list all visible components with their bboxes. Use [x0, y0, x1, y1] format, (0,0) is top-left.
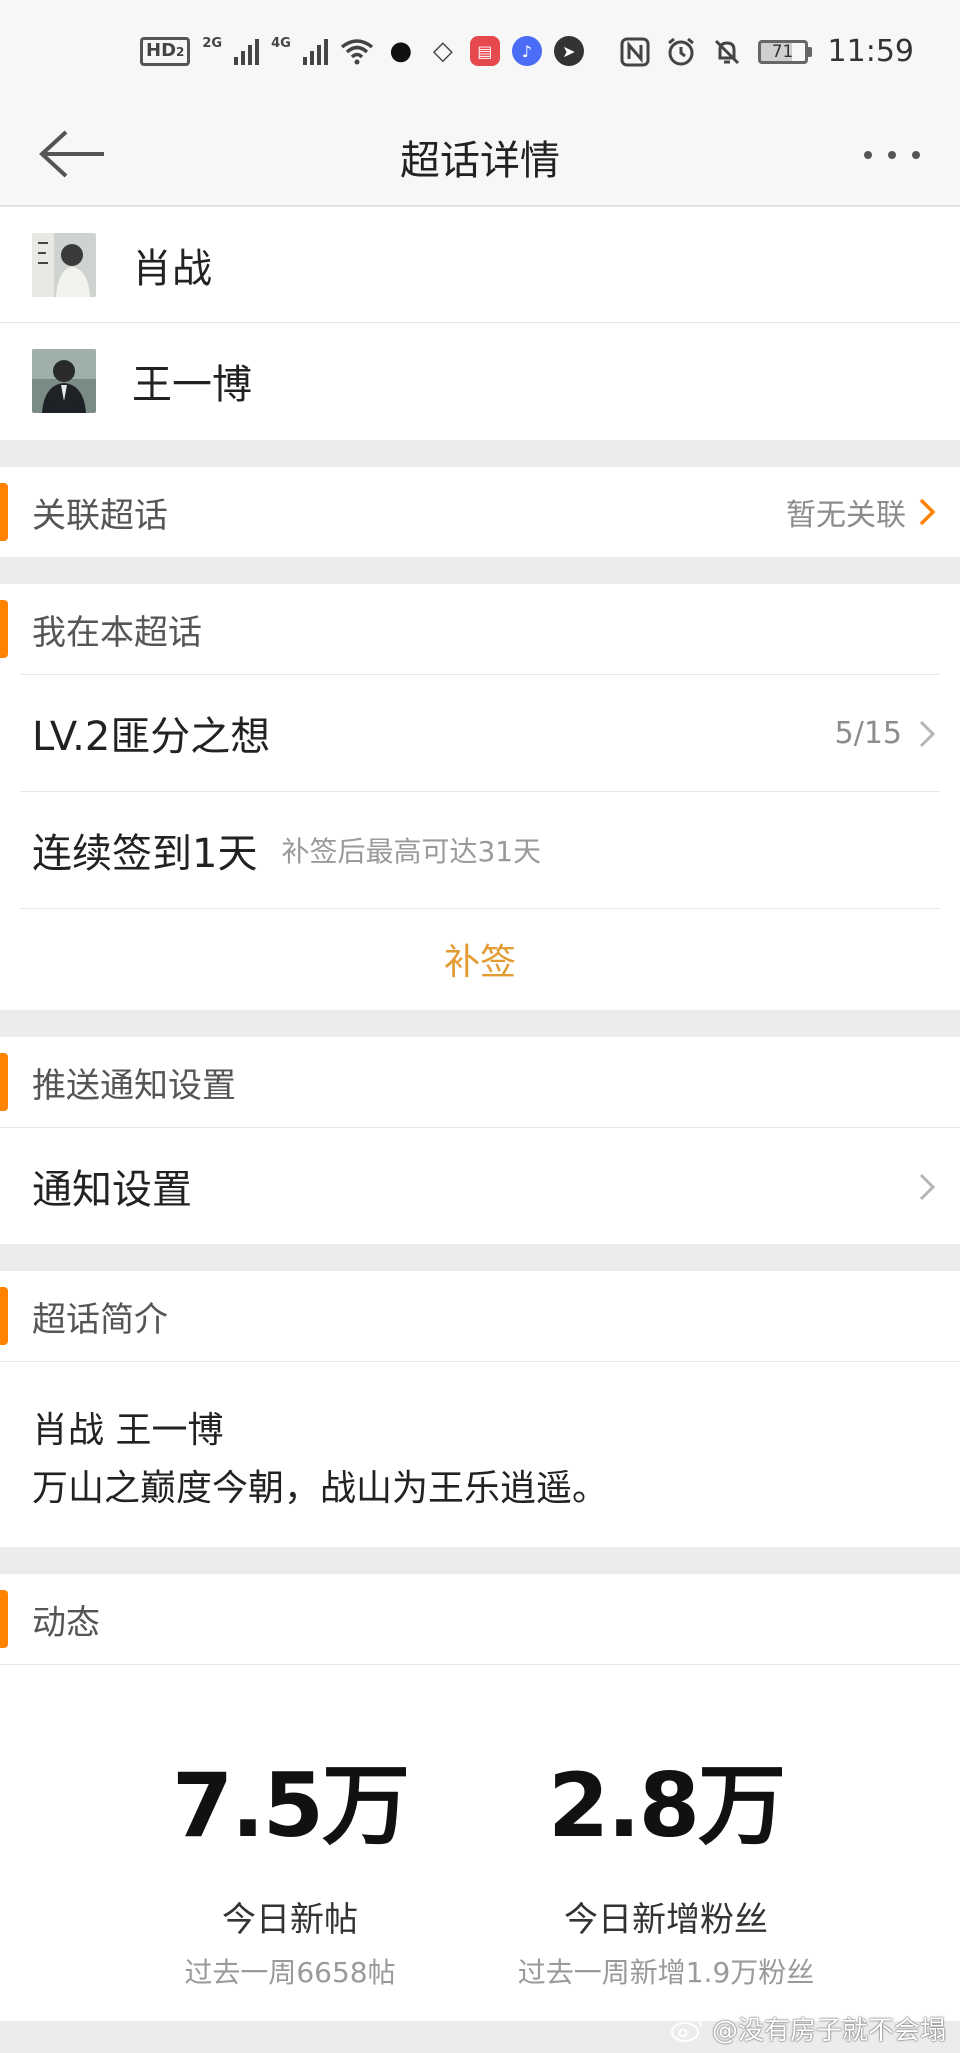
related-topics-section[interactable]: 关联超话 暂无关联: [0, 467, 960, 557]
qq-icon: ●: [389, 36, 413, 66]
section-title: 推送通知设置: [32, 1065, 236, 1106]
clock: 11:59: [827, 34, 914, 69]
watermark-text: @没有房子就不会塌: [711, 2016, 946, 2046]
topic-intro-text: 肖战 王一博 万山之巅度今朝，战山为王乐逍遥。: [0, 1361, 960, 1547]
section-accent-bar: [0, 1590, 8, 1648]
intro-line: 肖战 王一博: [32, 1410, 224, 1451]
level-label: LV.2匪分之想: [32, 714, 271, 760]
member-row-wangyibo[interactable]: 王一博: [0, 323, 960, 439]
network-2g-label: 2G: [202, 36, 223, 51]
related-value: 暂无关联: [786, 498, 906, 533]
section-title: 关联超话: [32, 495, 168, 536]
topic-intro-section: 超话简介 肖战 王一博 万山之巅度今朝，战山为王乐逍遥。: [0, 1271, 960, 1547]
activity-section: 动态 7.5万 今日新帖 过去一周6658帖 2.8万 今日新增粉丝 过去一周新…: [0, 1574, 960, 2021]
level-progress: 5/15: [834, 716, 902, 751]
stat-week: 过去一周新增1.9万粉丝: [517, 1956, 815, 1989]
intro-line: 万山之巅度今朝，战山为王乐逍遥。: [32, 1468, 609, 1509]
stat-week: 过去一周6658帖: [184, 1956, 396, 1989]
checkin-row: 连续签到1天 补签后最高可达31天: [20, 791, 940, 908]
nfc-icon: [620, 37, 650, 66]
avatar: [32, 232, 96, 297]
watermark: @没有房子就不会塌: [670, 2010, 946, 2047]
section-accent-bar: [0, 1287, 8, 1345]
weibo-logo-icon: [670, 2017, 702, 2042]
stat-new-posts: 7.5万 今日新帖 过去一周6658帖: [120, 1665, 460, 1991]
music-app-icon: ♪: [511, 36, 542, 66]
browser-app-icon: ➤: [553, 36, 584, 66]
member-row-xiaozhan[interactable]: 肖战: [0, 207, 960, 323]
network-4g-label: 4G: [271, 36, 291, 51]
checkin-days: 连续签到1天: [32, 831, 258, 877]
chevron-right-icon: [919, 1173, 936, 1200]
chevron-right-icon: [919, 720, 936, 747]
my-status-section: 我在本超话 LV.2匪分之想 5/15 连续签到1天 补签后最高可达31天 补签: [0, 584, 960, 1010]
section-title: 超话简介: [32, 1299, 168, 1340]
stat-label: 今日新帖: [222, 1900, 358, 1940]
section-title: 我在本超话: [32, 612, 202, 653]
avatar: [32, 349, 96, 413]
member-name: 王一博: [132, 362, 252, 408]
chevron-right-icon: [919, 498, 936, 526]
stat-value: 2.8万: [548, 1754, 786, 1857]
section-accent-bar: [0, 600, 8, 658]
signal-2g-icon: [234, 37, 260, 65]
checkin-hint: 补签后最高可达31天: [281, 835, 542, 868]
hd-voice-icon: HD2: [140, 36, 191, 66]
resign-button[interactable]: 补签: [20, 908, 940, 1008]
reader-app-icon: ▤: [469, 36, 500, 66]
stat-new-fans: 2.8万 今日新增粉丝 过去一周新增1.9万粉丝: [496, 1665, 836, 1991]
stat-label: 今日新增粉丝: [564, 1900, 768, 1940]
status-bar: HD2 2G 4G ● ◇ ▤ ♪ ➤ 71 11:59: [0, 0, 960, 104]
section-accent-bar: [0, 483, 8, 541]
members-card: 肖战 王一博: [0, 207, 960, 440]
mute-bell-icon: [714, 39, 739, 64]
notification-settings-label: 通知设置: [32, 1167, 192, 1213]
alipay-icon: ◇: [432, 36, 453, 66]
stat-value: 7.5万: [172, 1754, 410, 1857]
battery-icon: 71: [757, 39, 812, 64]
member-name: 肖战: [132, 245, 212, 292]
signal-4g-icon: [302, 37, 328, 65]
section-accent-bar: [0, 1053, 8, 1111]
notification-settings-row[interactable]: 通知设置: [0, 1127, 960, 1244]
push-settings-section: 推送通知设置 通知设置: [0, 1037, 960, 1244]
level-row[interactable]: LV.2匪分之想 5/15: [20, 674, 940, 791]
wifi-icon: [340, 39, 373, 65]
nav-bar: 超话详情: [0, 104, 960, 206]
more-options-icon[interactable]: [860, 140, 924, 170]
activity-stats: 7.5万 今日新帖 过去一周6658帖 2.8万 今日新增粉丝 过去一周新增1.…: [0, 1664, 960, 2021]
section-title: 动态: [32, 1602, 100, 1643]
page-title: 超话详情: [400, 138, 560, 184]
alarm-icon: [667, 37, 694, 65]
